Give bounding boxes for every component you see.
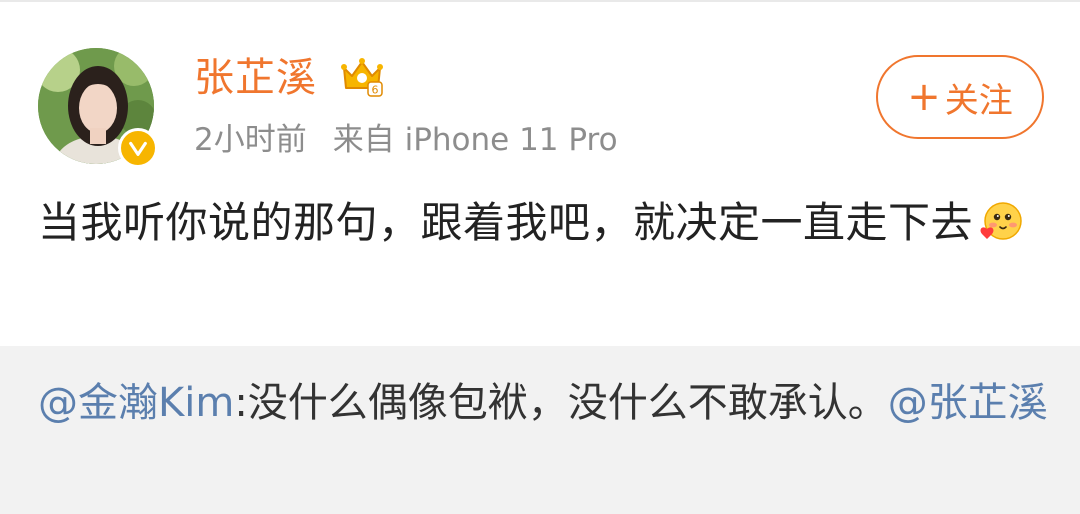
post-text: 当我听你说的那句，跟着我吧，就决定一直走下去 bbox=[38, 198, 974, 247]
mention-link[interactable]: @金瀚Kim bbox=[38, 380, 234, 426]
post-content: 当我听你说的那句，跟着我吧，就决定一直走下去 bbox=[38, 192, 1048, 254]
post-source: 来自 iPhone 11 Pro bbox=[332, 122, 618, 158]
follow-label: 关注 bbox=[944, 80, 1013, 121]
blush-emoji-icon bbox=[980, 202, 1022, 240]
verified-badge-icon bbox=[118, 128, 158, 168]
plus-icon: + bbox=[907, 74, 941, 120]
crown-level-icon[interactable]: 6 bbox=[340, 54, 384, 98]
repost-text-block: @金瀚Kim:没什么偶像包袱，没什么不敢承认。@张芷溪 bbox=[38, 374, 1048, 432]
post-time: 2小时前 bbox=[194, 122, 307, 158]
svg-text:6: 6 bbox=[372, 84, 379, 97]
post-meta: 2小时前 来自 iPhone 11 Pro bbox=[194, 118, 618, 162]
weibo-post-card: 张芷溪 6 2小时前 来自 iPhone 11 Pro + 关注 当我听你说的那句… bbox=[0, 2, 1080, 346]
repost-section[interactable]: @金瀚Kim:没什么偶像包袱，没什么不敢承认。@张芷溪 bbox=[0, 346, 1080, 514]
follow-button[interactable]: + 关注 bbox=[876, 55, 1044, 139]
mention-link[interactable]: @张芷溪 bbox=[888, 380, 1048, 426]
repost-text: :没什么偶像包袱，没什么不敢承认。 bbox=[234, 380, 888, 426]
username[interactable]: 张芷溪 bbox=[194, 52, 317, 104]
